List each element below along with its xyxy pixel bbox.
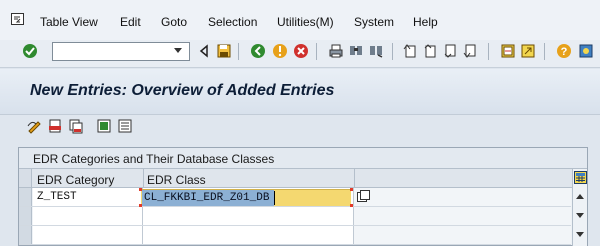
edr-class-input[interactable]: CL_FKKBI_EDR_Z01_DB [141, 189, 351, 206]
table-row: Z_TEST CL_FKKBI_EDR_Z01_DB [19, 188, 571, 207]
shortcut-icon[interactable] [520, 43, 536, 59]
command-dropdown-icon[interactable] [174, 48, 182, 53]
page-title: New Entries: Overview of Added Entries [30, 82, 335, 99]
save-icon[interactable] [216, 43, 232, 59]
menu-selection[interactable]: Selection [208, 15, 257, 29]
cancel-icon[interactable] [293, 43, 309, 59]
row-selector[interactable] [19, 188, 32, 206]
select-all-rows-button[interactable] [19, 169, 32, 187]
scroll-down-icon[interactable] [576, 213, 584, 218]
delete-icon[interactable] [47, 118, 63, 134]
edr-class-cell[interactable] [143, 207, 354, 225]
menu-table-view[interactable]: Table View [40, 15, 98, 29]
help-icon[interactable]: ? [556, 43, 572, 59]
vertical-scrollbar[interactable] [572, 169, 587, 246]
text-cursor [274, 191, 275, 205]
edr-class-cell[interactable] [143, 226, 354, 244]
command-field[interactable] [52, 42, 190, 61]
menu-edit[interactable]: Edit [120, 15, 141, 29]
menu-bar: Table View Edit Goto Selection Utilities… [0, 0, 600, 40]
svg-text:?: ? [561, 46, 568, 58]
edr-category-cell[interactable]: Z_TEST [33, 188, 143, 206]
find-icon[interactable] [348, 43, 364, 59]
first-page-icon[interactable] [402, 43, 418, 59]
menu-utilities[interactable]: Utilities(M) [277, 15, 334, 29]
row-selector[interactable] [19, 226, 32, 244]
deselect-all-icon[interactable] [117, 118, 133, 134]
table-caption: EDR Categories and Their Database Classe… [19, 148, 587, 169]
edr-category-value: Z_TEST [37, 191, 77, 203]
exit-icon[interactable] [250, 43, 266, 59]
scroll-up-icon[interactable] [576, 194, 584, 199]
copy-as-icon[interactable] [68, 118, 84, 134]
enter-checkmark-icon[interactable] [22, 43, 38, 59]
find-next-icon[interactable] [368, 43, 384, 59]
column-header-edr-class[interactable]: EDR Class [147, 173, 206, 187]
table-caption-text: EDR Categories and Their Database Classe… [33, 152, 275, 166]
table-header: EDR Category EDR Class [19, 169, 587, 188]
edr-category-cell[interactable] [33, 226, 143, 244]
row-selector[interactable] [19, 207, 32, 225]
select-all-icon[interactable] [96, 118, 112, 134]
previous-page-icon[interactable] [422, 43, 438, 59]
standard-toolbar: ? [0, 40, 600, 68]
edr-class-value: CL_FKKBI_EDR_Z01_DB [144, 192, 270, 204]
cancel-icon[interactable] [272, 43, 288, 59]
table-settings-icon[interactable] [574, 171, 587, 184]
create-session-icon[interactable] [500, 43, 516, 59]
last-page-icon[interactable] [462, 43, 478, 59]
menu-goto[interactable]: Goto [161, 15, 187, 29]
next-page-icon[interactable] [442, 43, 458, 59]
back-icon[interactable] [196, 43, 212, 59]
focus-marker [139, 188, 142, 191]
application-toolbar [0, 115, 600, 139]
change-display-icon[interactable] [26, 118, 42, 134]
edr-category-cell[interactable] [33, 207, 143, 225]
table-row [19, 226, 571, 245]
column-header-edr-category[interactable]: EDR Category [37, 173, 114, 187]
table-control: EDR Categories and Their Database Classe… [18, 147, 588, 246]
system-menu-icon[interactable] [11, 13, 24, 25]
value-help-icon[interactable] [357, 190, 370, 203]
menu-help[interactable]: Help [413, 15, 438, 29]
title-bar: New Entries: Overview of Added Entries [0, 69, 600, 115]
focus-marker [350, 188, 353, 191]
print-icon[interactable] [328, 43, 344, 59]
scroll-to-bottom-icon[interactable] [576, 232, 584, 237]
menu-system[interactable]: System [354, 15, 394, 29]
table-row [19, 207, 571, 226]
customize-layout-icon[interactable] [578, 43, 594, 59]
